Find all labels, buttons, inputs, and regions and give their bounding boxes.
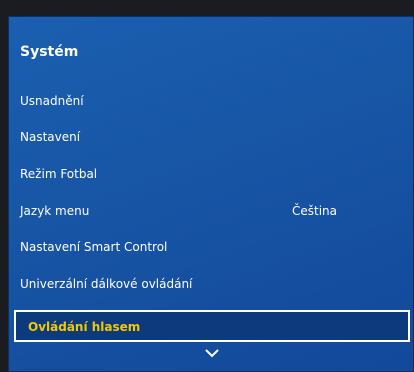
menu-item-label: Univerzální dálkové ovládání: [20, 277, 193, 291]
menu-item-nastaveni[interactable]: Nastavení: [20, 130, 400, 144]
menu-item-univerzalni-dalkove-ovladani[interactable]: Univerzální dálkové ovládání: [20, 277, 400, 291]
menu-item-ovladani-hlasem-selected[interactable]: Ovládání hlasem: [14, 310, 410, 342]
menu-item-label: Jazyk menu: [20, 204, 90, 218]
tv-screen: Systém Usnadnění Nastavení Režim Fotbal …: [0, 0, 414, 372]
menu-item-label: Nastavení: [20, 130, 81, 144]
menu-title: Systém: [20, 44, 79, 60]
menu-item-label: Režim Fotbal: [20, 167, 98, 181]
chevron-down-icon[interactable]: [205, 348, 219, 358]
menu-item-nastaveni-smart-control[interactable]: Nastavení Smart Control: [20, 240, 400, 254]
menu-item-rezim-fotbal[interactable]: Režim Fotbal: [20, 167, 400, 181]
menu-item-usnadneni[interactable]: Usnadnění: [20, 94, 400, 108]
menu-item-value: Čeština: [292, 204, 338, 218]
menu-item-jazyk-menu[interactable]: Jazyk menu Čeština: [20, 204, 400, 218]
menu-item-label: Usnadnění: [20, 94, 84, 108]
menu-item-label: Nastavení Smart Control: [20, 240, 168, 254]
selected-item-label: Ovládání hlasem: [28, 320, 141, 334]
